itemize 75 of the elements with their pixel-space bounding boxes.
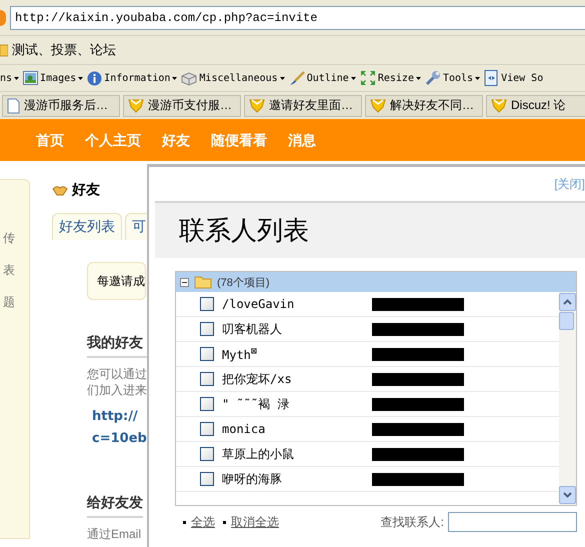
sidebar-item[interactable]: 题	[3, 294, 15, 311]
shield-icon	[491, 98, 507, 113]
shield-icon	[249, 98, 265, 113]
notice-text: 每邀请成	[97, 272, 145, 290]
item-count: (78个项目)	[217, 276, 270, 290]
checkbox[interactable]	[200, 397, 214, 411]
browser-tab[interactable]: Discuz! 论	[486, 94, 585, 116]
brush-icon	[288, 70, 305, 86]
toolbar-menu[interactable]: Images	[40, 72, 76, 84]
shield-icon	[128, 98, 144, 113]
checkbox[interactable]	[200, 347, 214, 361]
contact-name: 草原上的小鼠	[222, 446, 295, 462]
caret-icon	[416, 76, 421, 80]
search-field[interactable]	[448, 512, 577, 532]
page-title: 好友	[72, 181, 100, 199]
toolbar-menu[interactable]: View So	[501, 72, 544, 84]
sidebar-item[interactable]: 传	[3, 230, 15, 247]
toolbar-menu[interactable]: Tools	[442, 72, 474, 84]
section-text: 通过Email	[87, 526, 142, 542]
sidebar-item[interactable]: 表	[3, 262, 15, 279]
info-icon	[87, 70, 102, 86]
toolbar-menu[interactable]: Miscellaneous	[199, 72, 278, 84]
checkbox[interactable]	[200, 447, 214, 461]
picture-frame-icon	[23, 71, 38, 85]
checkbox[interactable]	[200, 322, 214, 336]
section-heading: 给好友发	[87, 488, 143, 518]
browser-tab[interactable]: 解决好友不同…	[365, 94, 483, 116]
caret-icon	[14, 76, 20, 80]
wrench-icon	[424, 70, 441, 86]
toolbar-menu[interactable]: Information	[104, 72, 170, 84]
scroll-thumb[interactable]	[559, 312, 574, 330]
checkbox[interactable]	[200, 472, 214, 486]
address-field[interactable]: http://kaixin.youbaba.com/cp.php?ac=invite	[10, 6, 585, 30]
caret-icon	[172, 76, 178, 80]
browser-tab[interactable]: 邀请好友里面…	[244, 94, 362, 116]
contact-name: monica	[222, 422, 266, 436]
contact-name: Myth$^{⊠}$	[222, 346, 258, 362]
deselect-all-link[interactable]: 取消全选	[223, 514, 279, 530]
section-text: 您可以通过 们加入进来	[87, 366, 147, 398]
checkbox[interactable]	[200, 297, 214, 311]
contact-name: " ˜˜˜褐 渌	[222, 396, 290, 412]
scroll-up-icon[interactable]	[559, 293, 576, 311]
search-label: 查找联系人:	[380, 514, 444, 530]
scroll-down-icon[interactable]	[559, 486, 576, 504]
select-all-link[interactable]: 全选	[183, 514, 215, 530]
page-icon	[7, 98, 20, 114]
collapse-icon[interactable]	[180, 278, 189, 286]
invite-link[interactable]: http:// c=10eb	[92, 406, 147, 450]
browser-logo-icon	[0, 10, 6, 26]
resize-arrows-icon	[360, 70, 376, 86]
folder-icon	[194, 275, 212, 289]
list-header[interactable]: (78个项目)	[176, 272, 576, 292]
toolbar-menu[interactable]: Outline	[306, 72, 349, 84]
shield-icon	[370, 98, 386, 113]
folder-icon	[0, 43, 8, 57]
contact-name: 叨客机器人	[222, 320, 283, 338]
source-page-icon	[484, 70, 500, 86]
dialog-title: 联系人列表	[179, 215, 309, 248]
checkbox[interactable]	[200, 372, 214, 386]
toolbar-menu[interactable]: Resize	[378, 72, 414, 84]
browser-tab[interactable]: 漫游币支付服…	[123, 94, 241, 116]
contact-name: /loveGavin	[222, 297, 296, 311]
caret-icon	[78, 76, 84, 80]
contact-name: 把你宠坏/xs	[222, 370, 293, 388]
caret-icon	[350, 76, 356, 80]
bookmark-link[interactable]: 测试、投票、论坛	[12, 41, 116, 59]
contact-name: 咿呀的海豚	[222, 470, 283, 488]
toolbar-menu[interactable]: ns	[0, 72, 12, 84]
tab[interactable]: 好友列表	[52, 213, 122, 240]
caret-icon	[475, 76, 480, 80]
scrollbar[interactable]	[559, 292, 576, 505]
caret-icon	[280, 76, 285, 80]
browser-tab[interactable]: 漫游币服务后…	[2, 94, 120, 116]
block-icon	[181, 70, 198, 86]
checkbox[interactable]	[200, 422, 214, 436]
